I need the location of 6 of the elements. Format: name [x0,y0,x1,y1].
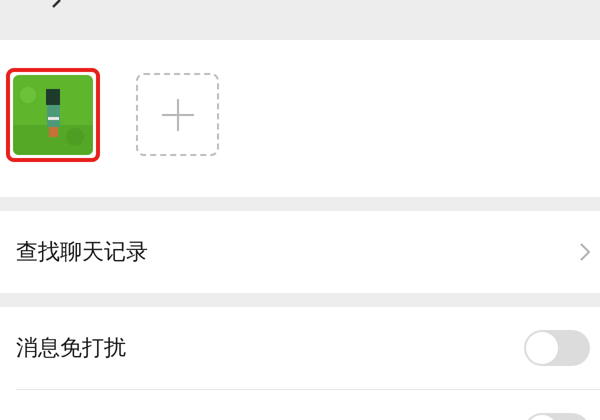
row-label: 消息免打扰 [16,334,126,362]
row-label: 查找聊天记录 [16,238,148,266]
plus-icon [162,98,194,130]
add-member-button[interactable] [136,73,219,156]
chevron-right-icon[interactable] [580,243,590,261]
toggle-switch[interactable] [524,330,590,366]
